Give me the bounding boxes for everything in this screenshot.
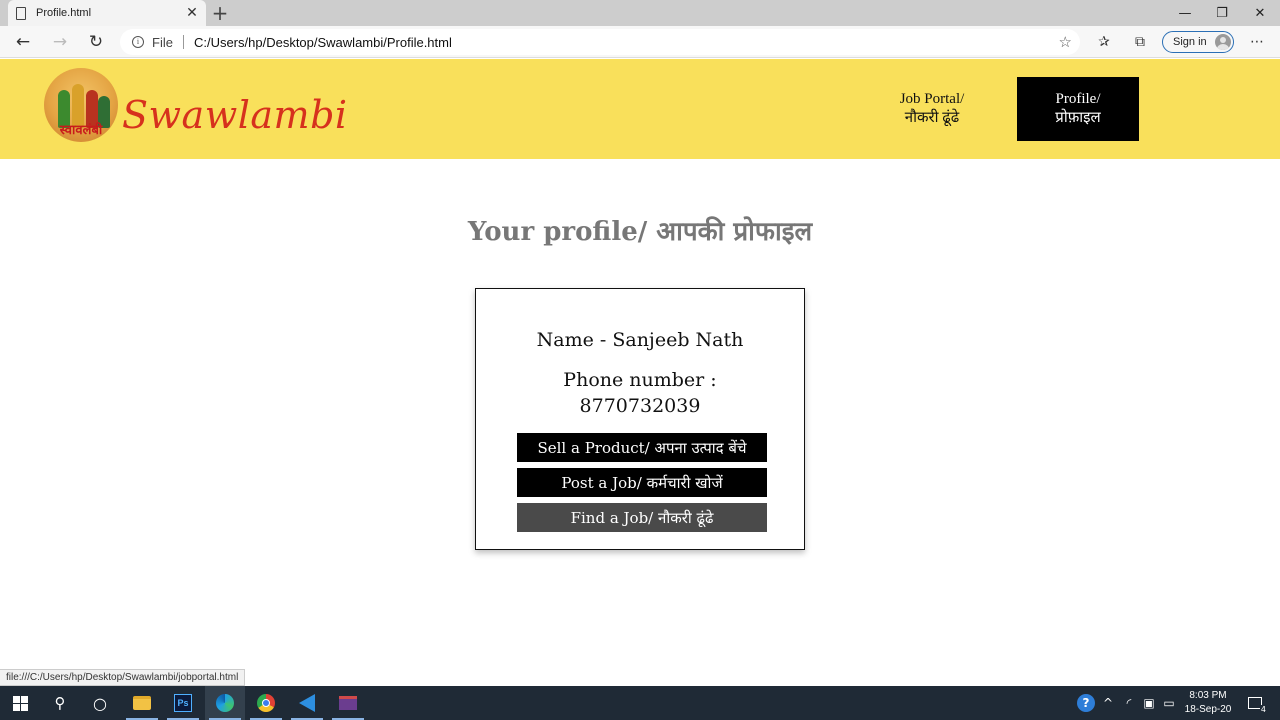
back-button[interactable]: ←	[11, 30, 35, 54]
clock-time: 8:03 PM	[1189, 690, 1227, 701]
task-view-icon[interactable]: ○	[80, 686, 120, 720]
favorite-star-icon[interactable]: ☆	[1059, 33, 1072, 51]
phone-label: Phone number :	[563, 369, 717, 391]
close-tab-icon[interactable]: ✕	[182, 5, 202, 21]
brand-name[interactable]: Swawlambi	[122, 93, 348, 137]
photoshop-icon[interactable]: Ps	[163, 686, 203, 720]
notification-count: 4	[1259, 705, 1267, 714]
profile-card: Name - Sanjeeb Nath Phone number : 87707…	[475, 288, 805, 550]
profile-name: Name - Sanjeeb Nath	[536, 329, 744, 351]
forward-button[interactable]: →	[48, 30, 72, 54]
sign-in-button[interactable]: Sign in	[1162, 31, 1234, 53]
nav-profile[interactable]: Profile/ प्रोफ़ाइल	[1017, 77, 1139, 141]
show-hidden-icons-icon[interactable]: ^	[1100, 686, 1116, 720]
browser-toolbar: ← → ↻ i File C:/Users/hp/Desktop/Swawlam…	[0, 26, 1280, 58]
help-icon[interactable]: ?	[1076, 686, 1096, 720]
display-icon[interactable]: ▣	[1140, 686, 1158, 720]
status-bar: file:///C:/Users/hp/Desktop/Swawlambi/jo…	[0, 669, 246, 686]
windows-icon	[12, 695, 28, 711]
battery-icon[interactable]: ▭	[1160, 686, 1178, 720]
find-job-button[interactable]: Find a Job/ नौकरी ढूंढे	[517, 503, 767, 532]
url-text[interactable]: C:/Users/hp/Desktop/Swawlambi/Profile.ht…	[194, 35, 1059, 50]
vscode-icon[interactable]	[287, 686, 327, 720]
sell-product-button[interactable]: Sell a Product/ अपना उत्पाद बेंचे	[517, 433, 767, 462]
start-button[interactable]	[0, 686, 40, 720]
site-header: स्वावलंबी Swawlambi Job Portal/ नौकरी ढू…	[0, 59, 1280, 159]
search-icon[interactable]: ⚲	[40, 686, 80, 720]
address-separator	[182, 35, 184, 49]
edge-browser-icon[interactable]	[205, 686, 245, 720]
info-icon[interactable]: i	[132, 36, 144, 48]
phone-value: 8770732039	[579, 395, 701, 417]
app-icon[interactable]	[328, 686, 368, 720]
logo-hindi-text: स्वावलंबी	[59, 123, 103, 138]
refresh-button[interactable]: ↻	[84, 30, 108, 54]
logo[interactable]: स्वावलंबी	[44, 68, 118, 142]
browser-tabbar: Profile.html ✕ + — ❐ ✕	[0, 0, 1280, 26]
nav-job-portal[interactable]: Job Portal/ नौकरी ढूंढे	[871, 77, 993, 141]
address-bar[interactable]: i File C:/Users/hp/Desktop/Swawlambi/Pro…	[120, 29, 1080, 55]
restore-button[interactable]: ❐	[1203, 0, 1241, 26]
collections-icon[interactable]: ⧉	[1130, 32, 1150, 52]
clock[interactable]: 8:03 PM 18-Sep-20	[1180, 689, 1236, 717]
file-label: File	[152, 34, 173, 50]
browser-tab[interactable]: Profile.html ✕	[8, 0, 206, 26]
more-options-icon[interactable]: ⋯	[1247, 32, 1267, 52]
tab-title: Profile.html	[36, 7, 92, 19]
notifications-icon[interactable]: 4	[1242, 686, 1268, 720]
window-close-button[interactable]: ✕	[1241, 0, 1279, 26]
clock-date: 18-Sep-20	[1184, 704, 1232, 715]
chrome-icon[interactable]	[246, 686, 286, 720]
document-icon	[16, 6, 26, 20]
post-job-button[interactable]: Post a Job/ कर्मचारी खोजें	[517, 468, 767, 497]
minimize-button[interactable]: —	[1166, 0, 1204, 26]
wifi-icon[interactable]: ◜	[1120, 686, 1138, 720]
avatar-icon	[1214, 34, 1231, 50]
taskbar: ⚲ ○ Ps ? ^ ◜ ▣ ▭ 8:03 PM 18-Sep-20 4	[0, 686, 1280, 720]
sign-in-label: Sign in	[1173, 36, 1207, 48]
favorites-icon[interactable]: ✰	[1094, 32, 1114, 52]
new-tab-button[interactable]: +	[210, 2, 230, 24]
file-explorer-icon[interactable]	[122, 686, 162, 720]
page-title: Your profile/ आपकी प्रोफाइल	[467, 217, 813, 247]
